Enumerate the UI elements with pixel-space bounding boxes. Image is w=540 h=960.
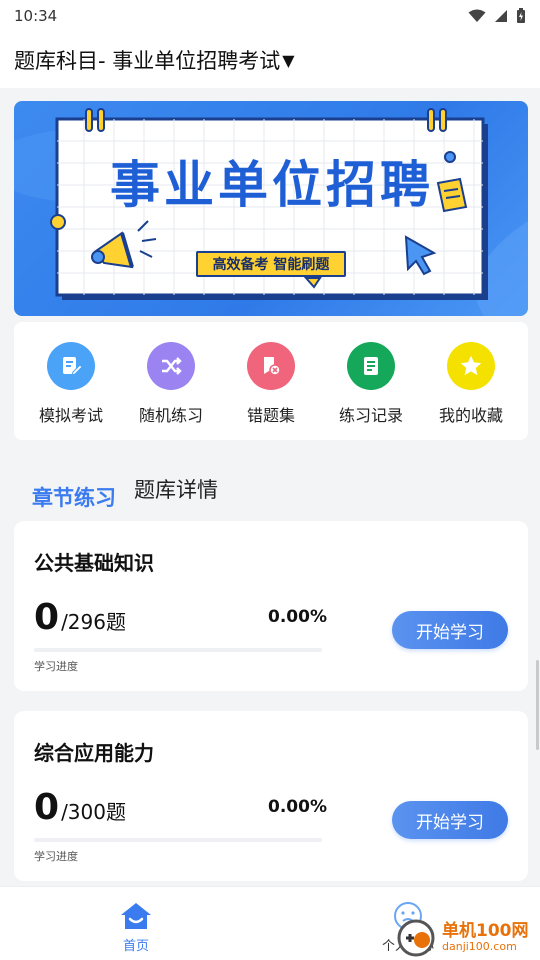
quick-label-favorites: 我的收藏: [438, 406, 503, 425]
quick-item-wrong-questions[interactable]: 错题集: [226, 342, 316, 440]
star-icon: [447, 342, 495, 390]
quick-actions: 模拟考试 随机练习 错题集 练习记录 我的收藏: [14, 322, 528, 440]
status-icons: [468, 8, 526, 24]
subject-selector[interactable]: 题库科目- 事业单位招聘考试 ▼: [0, 32, 540, 88]
tab-home[interactable]: 首页: [110, 901, 162, 954]
subject-title: 题库科目- 事业单位招聘考试: [14, 49, 281, 73]
question-count: 0 /300题: [34, 787, 126, 828]
quick-item-random-practice[interactable]: 随机练习: [126, 342, 216, 440]
tab-chapter-practice[interactable]: 章节练习: [32, 482, 116, 512]
battery-icon: [517, 8, 525, 23]
scrollbar[interactable]: [536, 660, 539, 750]
progress-label: 学习进度: [34, 850, 78, 863]
subject-card: 综合应用能力 0 /300题 0.00% 学习进度 开始学习: [14, 711, 528, 881]
quick-label-mock-exam: 模拟考试: [38, 406, 103, 425]
total-count: /296题: [61, 610, 126, 634]
signal-icon: [495, 10, 507, 22]
home-icon: [121, 903, 151, 929]
edit-doc-icon: [47, 342, 95, 390]
watermark-url: danji100.com: [442, 939, 517, 953]
quick-item-mock-exam[interactable]: 模拟考试: [26, 342, 116, 440]
status-bar: 10:34: [0, 0, 540, 32]
record-icon: [347, 342, 395, 390]
shuffle-icon: [147, 342, 195, 390]
quick-label-wrong-questions: 错题集: [246, 406, 295, 425]
banner-title: 事业单位招聘: [110, 156, 434, 214]
watermark: 单机100网 danji100.com: [396, 915, 540, 960]
section-tabs: 章节练习 题库详情: [32, 468, 218, 510]
progress-percent: 0.00%: [268, 607, 327, 627]
subject-card: 公共基础知识 0 /296题 0.00% 学习进度 开始学习: [14, 521, 528, 691]
done-count: 0: [34, 597, 60, 638]
progress-bar: [34, 648, 322, 652]
tab-bank-details[interactable]: 题库详情: [134, 474, 218, 504]
progress-label: 学习进度: [34, 660, 78, 673]
wrong-book-icon: [247, 342, 295, 390]
start-study-button[interactable]: 开始学习: [392, 801, 508, 839]
promo-banner[interactable]: 事业单位招聘 高效备考 智能刷题: [14, 101, 528, 316]
quick-item-favorites[interactable]: 我的收藏: [426, 342, 516, 440]
chevron-down-icon: ▼: [282, 50, 295, 70]
start-study-button[interactable]: 开始学习: [392, 611, 508, 649]
quick-label-practice-record: 练习记录: [338, 406, 403, 425]
card-title: 综合应用能力: [34, 741, 154, 765]
progress-bar: [34, 838, 322, 842]
tab-home-label: 首页: [122, 939, 149, 954]
quick-label-random-practice: 随机练习: [138, 406, 203, 425]
banner-subtitle: 高效备考 智能刷题: [196, 251, 346, 277]
question-count: 0 /296题: [34, 597, 126, 638]
card-title: 公共基础知识: [34, 551, 154, 575]
wifi-icon: [468, 9, 486, 22]
status-time: 10:34: [14, 7, 58, 25]
done-count: 0: [34, 787, 60, 828]
watermark-title: 单机100网: [442, 921, 529, 942]
total-count: /300题: [61, 800, 126, 824]
watermark-logo-icon: [397, 919, 435, 956]
quick-item-practice-record[interactable]: 练习记录: [326, 342, 416, 440]
progress-percent: 0.00%: [268, 797, 327, 817]
